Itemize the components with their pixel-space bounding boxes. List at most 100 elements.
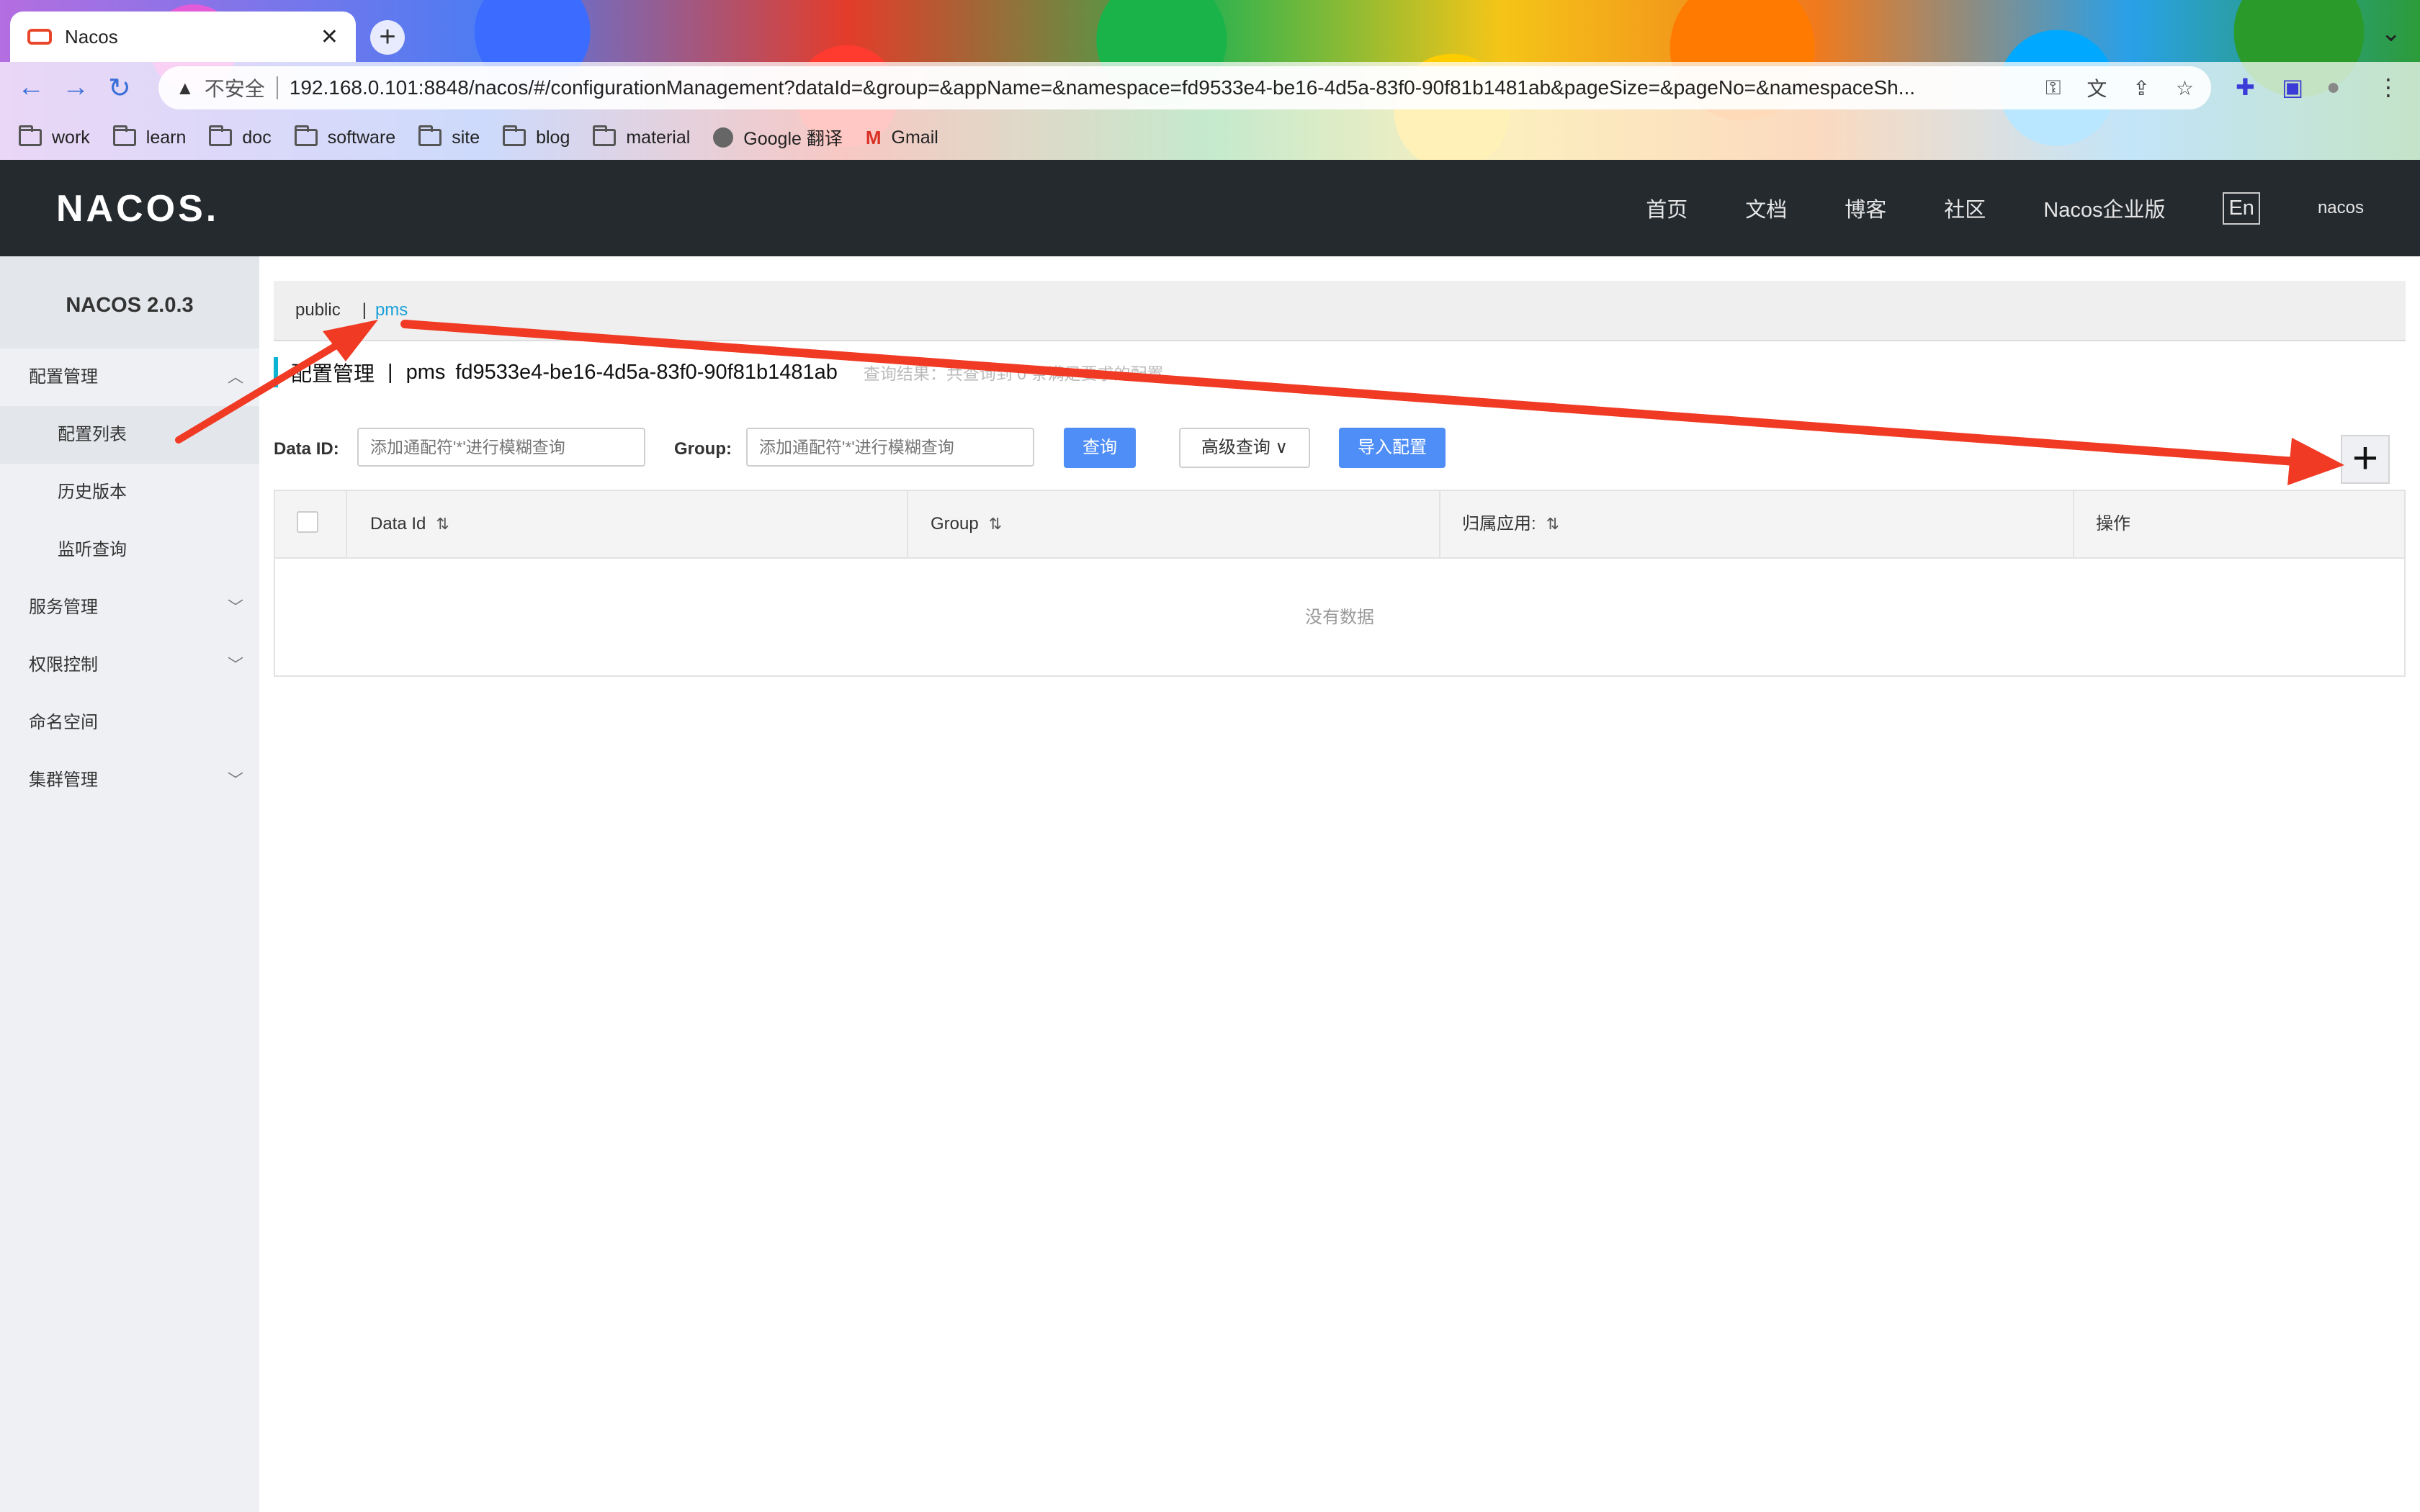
import-config-button[interactable]: 导入配置 [1339,428,1446,468]
folder-icon [19,125,42,146]
sort-icon[interactable]: ⇅ [1546,515,1559,533]
sidebar-item-access-control[interactable]: 权限控制 ﹀ [0,636,259,694]
folder-icon [503,125,526,146]
nav-docs[interactable]: 文档 [1745,193,1787,223]
column-divider [2073,491,2074,557]
add-config-button[interactable]: + [2341,435,2390,484]
side-panel-icon[interactable]: ▣ [2282,73,2303,101]
column-group[interactable]: Group ⇅ [931,491,1002,557]
bookmark-learn[interactable]: learn [112,125,187,148]
column-label: Data Id [370,514,426,534]
group-label: Group: [674,439,732,459]
folder-icon [418,125,442,146]
user-menu[interactable]: nacos [2318,198,2364,218]
query-button[interactable]: 查询 [1064,428,1136,468]
sidebar-item-listener-query[interactable]: 监听查询 [0,521,259,579]
tab-title: Nacos [65,25,118,48]
column-data-id[interactable]: Data Id ⇅ [370,491,449,557]
bookmark-work[interactable]: work [19,125,90,148]
empty-state: 没有数据 [1305,608,1374,627]
sidebar-item-config-list[interactable]: 配置列表 [0,406,259,464]
bookmark-label: learn [145,127,187,148]
namespace-name: pms [405,360,446,384]
sidebar-item-service-management[interactable]: 服务管理 ﹀ [0,579,259,636]
data-id-input[interactable] [357,428,645,467]
version-label: NACOS 2.0.3 [0,256,259,348]
url-text[interactable]: 192.168.0.101:8848/nacos/#/configuration… [290,76,2020,99]
sort-icon[interactable]: ⇅ [436,515,449,533]
sidebar-item-label: 集群管理 [29,770,98,790]
extensions-puzzle-icon[interactable]: ✚ [2236,73,2255,101]
bookmark-software[interactable]: software [294,125,396,148]
forward-arrow-icon[interactable]: → [62,72,89,103]
bookmark-label: software [327,127,396,148]
browser-toolbar: ← → ↻ ▲ 不安全 192.168.0.101:8848/nacos/#/c… [0,62,2420,115]
column-divider [907,491,908,557]
bookmark-google-translate[interactable]: Google 翻译 [713,125,843,150]
browser-tab[interactable]: Nacos ✕ [10,12,356,62]
chevron-down-icon: ∨ [1275,438,1289,457]
folder-icon [112,125,136,146]
column-app[interactable]: 归属应用: ⇅ [1462,491,1559,557]
bookmark-label: Google 翻译 [743,129,843,149]
nacos-logo[interactable]: NACOS. [56,187,219,230]
reload-icon[interactable]: ↻ [108,72,131,104]
bookmark-blog[interactable]: blog [503,125,570,148]
advanced-query-label: 高级查询 [1201,438,1270,457]
language-switch[interactable]: En [2223,192,2260,225]
folder-icon [593,125,617,146]
column-divider [346,491,347,557]
sidebar-item-history[interactable]: 历史版本 [0,464,259,521]
bookmark-label: site [452,127,480,148]
search-row: Data ID: Group: 查询 高级查询 ∨ 导入配置 [274,428,2406,469]
sidebar-item-label: 配置管理 [29,367,98,387]
key-icon[interactable]: ⚿ [2045,76,2061,100]
bookmark-site[interactable]: site [418,125,480,148]
back-arrow-icon[interactable]: ← [17,72,45,103]
nacos-favicon-icon [27,29,52,45]
share-icon[interactable]: ⇪ [2133,76,2149,100]
bookmark-gmail[interactable]: M Gmail [866,127,938,149]
tab-close-icon[interactable]: ✕ [321,24,339,50]
nav-community[interactable]: 社区 [1944,193,1986,223]
bookmarks-bar: work learn doc software site blog materi… [0,115,2420,160]
page-title: 配置管理 | pms fd9533e4-be16-4d5a-83f0-90f81… [274,357,1180,387]
sidebar: NACOS 2.0.3 配置管理 ︿ 配置列表 历史版本 监听查询 服务管理 ﹀… [0,256,259,1512]
sidebar-item-cluster-management[interactable]: 集群管理 ﹀ [0,752,259,809]
new-tab-button[interactable]: + [370,20,405,55]
nav-blog[interactable]: 博客 [1845,193,1886,223]
bookmark-star-icon[interactable]: ☆ [2176,76,2194,100]
address-bar[interactable]: ▲ 不安全 192.168.0.101:8848/nacos/#/configu… [158,66,2211,109]
group-input[interactable] [746,428,1034,467]
nav-home[interactable]: 首页 [1646,193,1688,223]
namespace-public[interactable]: public [295,300,341,320]
bookmark-label: blog [536,127,570,148]
omnibox-divider [276,76,278,99]
profile-avatar-icon[interactable]: ● [2326,73,2340,100]
column-actions: 操作 [2096,491,2130,557]
title-separator: | [387,360,393,384]
advanced-query-button[interactable]: 高级查询 ∨ [1179,428,1310,468]
bookmark-label: Gmail [891,127,938,148]
insecure-label[interactable]: 不安全 [205,73,265,102]
chevron-down-icon: ﹀ [227,656,243,674]
bookmark-doc[interactable]: doc [209,125,272,148]
tab-search-chevron-icon[interactable]: ⌄ [2381,19,2402,48]
browser-menu-icon[interactable]: ⋮ [2377,73,2400,101]
namespace-separator: | [362,300,367,320]
gmail-icon: M [865,126,882,148]
namespace-bar: public | pms [274,281,2406,341]
nav-enterprise[interactable]: Nacos企业版 [2043,193,2165,223]
chevron-down-icon: ﹀ [227,598,243,616]
namespace-pms[interactable]: pms [375,300,408,320]
page-title-text: 配置管理 [291,363,375,386]
query-result-info: 查询结果：共查询到 0 条满足要求的配置。 [863,364,1180,383]
sidebar-item-config-management[interactable]: 配置管理 ︿ [0,348,259,406]
translate-icon[interactable]: 文 [2087,73,2107,102]
select-all-checkbox[interactable] [297,511,318,533]
config-table: Data Id ⇅ Group ⇅ 归属应用: ⇅ 操作 没有数据 [274,490,2406,677]
column-label: 归属应用: [1462,514,1536,534]
sidebar-item-namespace[interactable]: 命名空间 [0,694,259,752]
sort-icon[interactable]: ⇅ [989,515,1002,533]
bookmark-material[interactable]: material [593,125,690,148]
